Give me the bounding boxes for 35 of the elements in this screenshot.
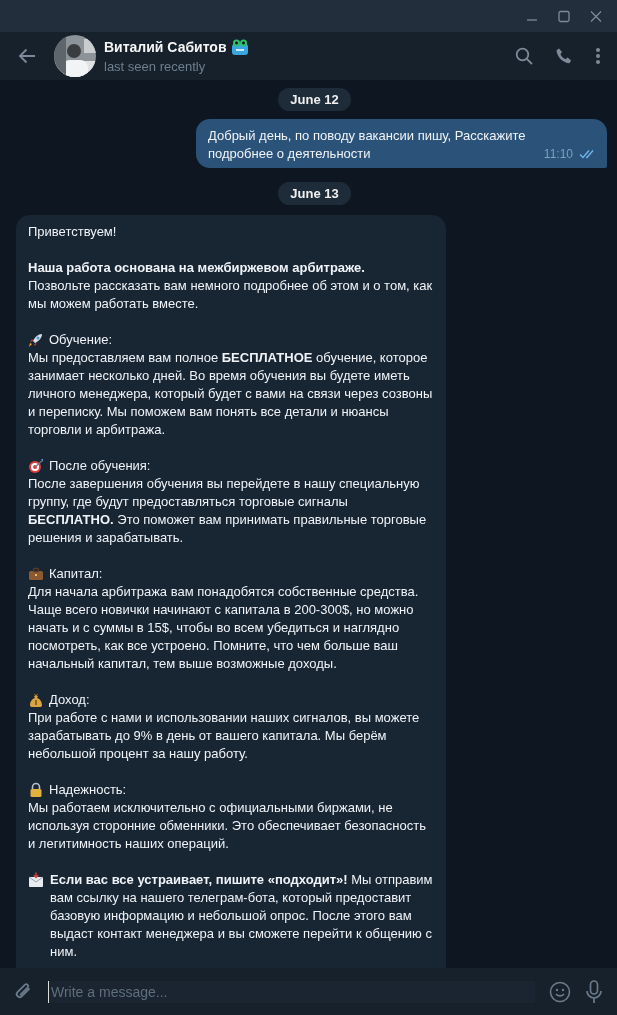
money-bag-icon	[28, 692, 44, 708]
lock-icon	[28, 782, 44, 798]
message-text: Мы работаем исключительно с официальными биржами, не используя сторонние обменники. Это обеспечивает безопасность и легитимность наших операций.	[28, 799, 427, 853]
frog-icon	[229, 38, 250, 56]
maximize-icon[interactable]	[557, 9, 571, 23]
section-heading: Надежность:	[49, 781, 127, 799]
message-text: Для начала арбитража вам понадобятся собственные средства. Чаще всего новички начинают с капитала в 200-300$, но можно начать и с суммы в 15$, чтобы во всем убедиться и наглядно посмотреть, как все устроено. Помните, что чем больше ваш начальный капитал, тем выше возможные доходы.	[28, 583, 420, 673]
message-text: Добрый день, по поводу вакансии пишу, Расскажите подробнее о деятельности	[208, 127, 527, 163]
date-badge: June 12	[278, 88, 351, 111]
close-icon[interactable]	[589, 9, 603, 23]
search-icon[interactable]	[515, 47, 533, 65]
message-text: Наша работа основана на межбиржевом арбитраже. Позвольте рассказать вам немного подробнее об этом и о том, как мы можем работать вместе.	[28, 259, 434, 313]
last-seen-status: last seen recently	[104, 59, 207, 74]
section-heading: После обучения:	[49, 457, 151, 475]
message-time: 11:10	[543, 146, 573, 163]
briefcase-icon	[28, 566, 44, 582]
target-icon	[28, 458, 44, 474]
message-input[interactable]: Write a message...	[48, 980, 535, 1003]
more-icon[interactable]	[595, 47, 601, 65]
message-text: При работе с нами и использовании наших сигналов, вы можете зарабатывать до 9% в день от вашего капитала. Мы берём небольшой процент за нашу работу.	[28, 709, 421, 763]
contact-name: Виталий Сабитов	[104, 39, 227, 55]
date-badge: June 13	[278, 182, 351, 205]
envelope-icon	[28, 872, 44, 888]
back-icon[interactable]	[18, 48, 36, 64]
section-heading: Обучение:	[49, 331, 113, 349]
section-heading: Капитал:	[49, 565, 103, 583]
rocket-icon	[28, 332, 44, 348]
phone-icon[interactable]	[555, 47, 573, 65]
section-heading: Доход:	[49, 691, 90, 709]
message-text: После завершения обучения вы перейдете в нашу специальную группу, где будут предоставляться торговые сигналы БЕСПЛАТНО. Это поможет вам принимать правильные торговые решения и зарабатывать.	[28, 475, 428, 547]
message-text: Мы предоставляем вам полное БЕСПЛАТНОЕ обучение, которое занимает несколько дней. Во время обучения вы будете иметь личного менеджера, который будет с вами на связи через созвоны и переписку. Мы поможем вам понять все детали и нюансы торговли и арбитража.	[28, 349, 434, 439]
emoji-icon[interactable]	[549, 980, 571, 1003]
message-text: Приветствуем!	[28, 223, 118, 241]
message-text: Если вас все устраивает, пишите «подходит»! Мы отправим вам ссылку на нашего телеграм-бота, который предоставит базовую информацию и небольшой опрос. После этого вам выдаст контакт менеджера и вы сможете перейти к общению с ним.	[50, 871, 434, 961]
microphone-icon[interactable]	[585, 979, 603, 1004]
